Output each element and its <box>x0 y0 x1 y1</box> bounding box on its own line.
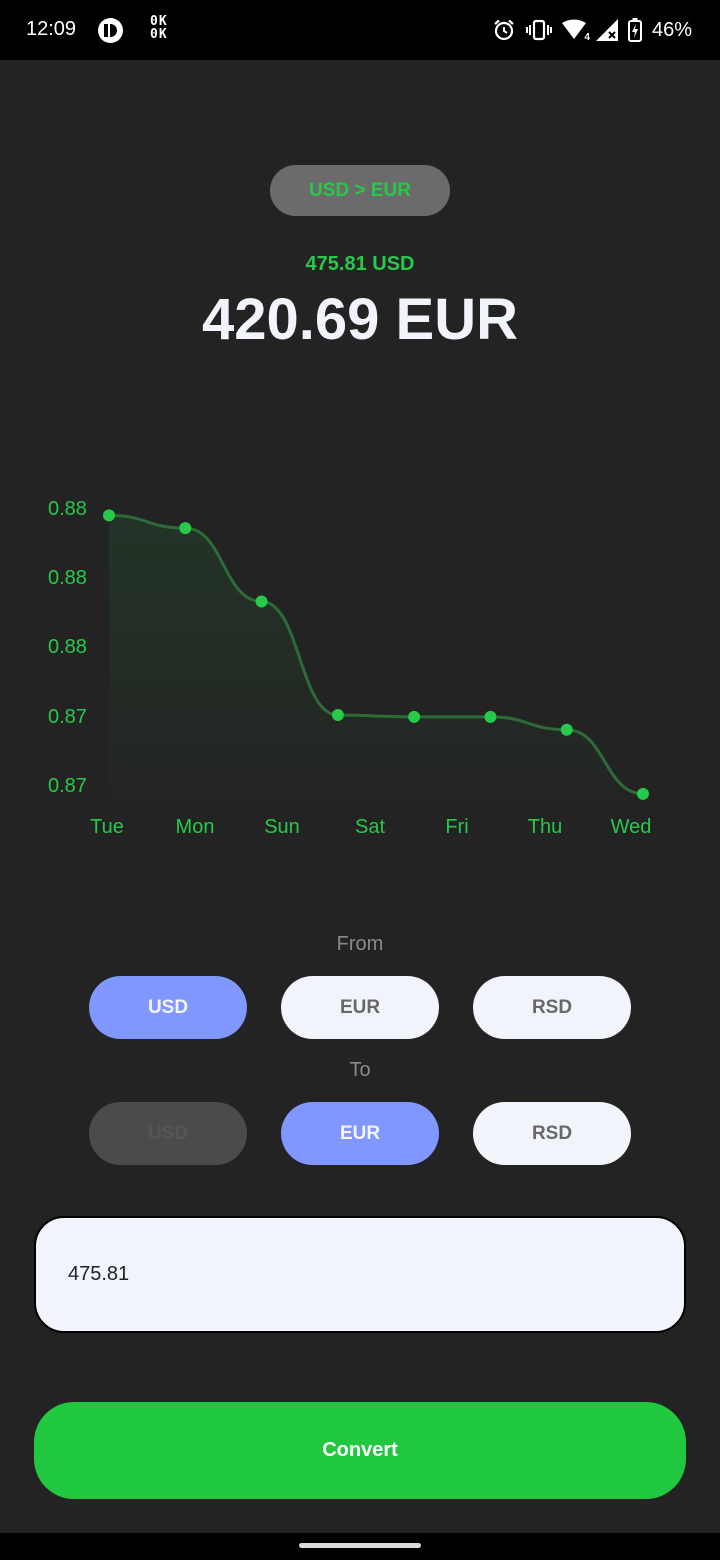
cell-signal-icon <box>595 19 618 41</box>
x-tick-label-wed: Wed <box>611 816 652 838</box>
y-tick-label: 0.87 <box>48 706 87 728</box>
chart-point-2 <box>255 595 268 608</box>
network-badge: 4 <box>584 32 590 43</box>
from-usd-button[interactable]: USD <box>89 976 247 1039</box>
app-notification-icon <box>98 18 123 43</box>
y-tick-label: 0.88 <box>48 636 87 658</box>
x-tick-label-fri: Fri <box>445 816 468 838</box>
to-eur-button[interactable]: EUR <box>281 1102 439 1165</box>
status-time: 12:09 <box>26 18 77 40</box>
y-tick-label: 0.88 <box>48 567 87 589</box>
to-label: To <box>349 1059 371 1081</box>
y-tick-label: 0.87 <box>48 775 87 797</box>
chart-point-5 <box>484 710 497 723</box>
navigation-bar <box>0 1533 720 1560</box>
chart-point-6 <box>560 723 573 736</box>
y-tick-label: 0.88 <box>48 498 87 520</box>
converted-amount: 420.69 EUR <box>202 287 518 352</box>
source-amount: 475.81 USD <box>305 253 415 275</box>
x-tick-label-tue: Tue <box>90 816 124 838</box>
chart-point-0 <box>103 509 115 522</box>
from-rsd-button[interactable]: RSD <box>473 976 631 1039</box>
chart-point-7 <box>637 787 649 800</box>
currency-pair-pill: USD > EUR <box>270 165 450 216</box>
to-rsd-button[interactable]: RSD <box>473 1102 631 1165</box>
battery-percent: 46% <box>651 18 692 41</box>
amount-input[interactable] <box>34 1216 686 1333</box>
vibrate-icon <box>525 19 552 41</box>
status-bar: 12:09 0K 0K 4 46% <box>0 0 720 60</box>
okok-notification-icon: 0K 0K <box>150 15 168 41</box>
x-tick-label-sat: Sat <box>355 816 385 838</box>
status-icons: 4 46% <box>492 16 692 44</box>
x-tick-label-mon: Mon <box>176 816 215 838</box>
to-usd-button: USD <box>89 1102 247 1165</box>
x-tick-label-sun: Sun <box>264 816 300 838</box>
wifi-icon: 4 <box>561 19 590 43</box>
battery-charging-icon <box>627 18 642 42</box>
okok-line-2: 0K <box>150 27 168 42</box>
converter-screen: USD > EUR 475.81 USD 420.69 EUR 0.88 0.88… <box>0 60 720 1533</box>
x-tick-label-thu: Thu <box>528 816 562 838</box>
chart-point-3 <box>331 709 344 722</box>
from-label: From <box>336 933 384 955</box>
from-eur-button[interactable]: EUR <box>281 976 439 1039</box>
alarm-icon <box>494 19 514 41</box>
exchange-rate-chart: 0.88 0.88 0.88 0.87 0.87 Tue Mon Sun Sat Fri Thu W… <box>48 498 652 838</box>
chart-point-4 <box>408 710 421 723</box>
chart-point-1 <box>179 522 192 535</box>
convert-button[interactable]: Convert <box>34 1402 686 1499</box>
home-gesture-handle[interactable] <box>299 1543 421 1548</box>
chart-area-fill <box>109 515 643 798</box>
